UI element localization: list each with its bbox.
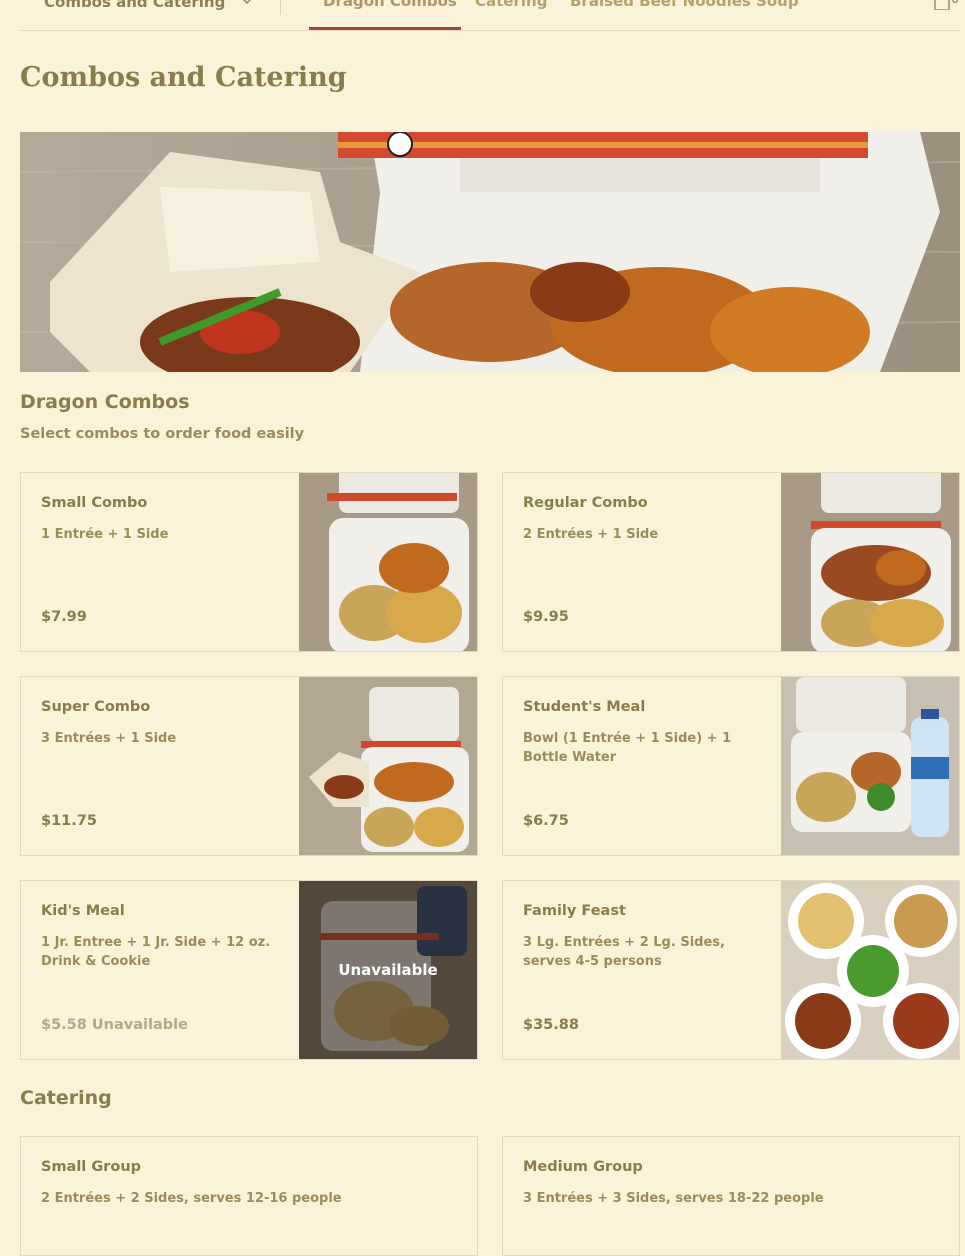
section-subtitle: Select combos to order food easily (20, 426, 305, 442)
menu-select-label: Combos and Catering (44, 0, 226, 11)
item-name: Kid's Meal (41, 903, 125, 919)
tab-braised-beef-noodles-soup[interactable]: Braised Beef Noodles Soup (570, 0, 799, 12)
item-price: $9.95 (523, 609, 569, 625)
item-name: Small Group (41, 1159, 142, 1175)
unavailable-overlay: Unavailable (299, 881, 477, 1059)
menu-item-kids-meal[interactable]: Kid's Meal 1 Jr. Entree + 1 Jr. Side + 1… (20, 880, 478, 1060)
item-price: $11.75 (41, 813, 97, 829)
item-photo (781, 881, 959, 1059)
item-photo (299, 473, 477, 651)
nav-divider (280, 0, 281, 15)
item-description: 3 Entrées + 1 Side (41, 731, 177, 746)
item-price: $6.75 (523, 813, 569, 829)
item-price: $7.99 (41, 609, 87, 625)
item-description: 2 Entrées + 1 Side (523, 527, 659, 542)
item-description: 1 Entrée + 1 Side (41, 527, 169, 542)
active-tab-indicator (309, 27, 461, 30)
item-name: Regular Combo (523, 495, 648, 511)
item-name: Family Feast (523, 903, 626, 919)
item-name: Medium Group (523, 1159, 643, 1175)
tab-dragon-combos[interactable]: Dragon Combos (323, 0, 457, 12)
cart-count: 0 (951, 0, 959, 7)
section-title-dragon-combos: Dragon Combos (20, 391, 190, 413)
item-name: Small Combo (41, 495, 148, 511)
menu-item-regular-combo[interactable]: Regular Combo 2 Entrées + 1 Side $9.95 (502, 472, 960, 652)
top-nav: Combos and Catering Dragon Combos Cateri… (20, 0, 960, 31)
item-photo: Unavailable (299, 881, 477, 1059)
hero-food-image (20, 132, 960, 372)
chevron-down-icon (243, 0, 251, 4)
item-price: $35.88 (523, 1017, 579, 1033)
item-price: $5.58 Unavailable (41, 1017, 188, 1033)
menu-item-super-combo[interactable]: Super Combo 3 Entrées + 1 Side $11.75 (20, 676, 478, 856)
section-title-catering: Catering (20, 1087, 112, 1109)
tab-catering[interactable]: Catering (475, 0, 547, 12)
menu-select-dropdown[interactable]: Combos and Catering (44, 0, 251, 12)
item-description: 1 Jr. Entree + 1 Jr. Side + 12 oz. Drink… (41, 935, 271, 969)
item-description: 3 Entrées + 3 Sides, serves 18-22 people (523, 1191, 824, 1206)
item-description: Bowl (1 Entrée + 1 Side) + 1 Bottle Wate… (523, 731, 732, 765)
item-name: Super Combo (41, 699, 151, 715)
item-photo (299, 677, 477, 855)
item-photo (781, 473, 959, 651)
item-description: 3 Lg. Entrées + 2 Lg. Sides, serves 4-5 … (523, 935, 725, 969)
catering-item-small-group[interactable]: Small Group 2 Entrées + 2 Sides, serves … (20, 1136, 478, 1256)
page-title: Combos and Catering (20, 62, 347, 93)
menu-item-small-combo[interactable]: Small Combo 1 Entrée + 1 Side $7.99 (20, 472, 478, 652)
catering-item-medium-group[interactable]: Medium Group 3 Entrées + 3 Sides, serves… (502, 1136, 960, 1256)
menu-item-students-meal[interactable]: Student's Meal Bowl (1 Entrée + 1 Side) … (502, 676, 960, 856)
menu-item-family-feast[interactable]: Family Feast 3 Lg. Entrées + 2 Lg. Sides… (502, 880, 960, 1060)
item-name: Student's Meal (523, 699, 646, 715)
item-photo (781, 677, 959, 855)
item-description: 2 Entrées + 2 Sides, serves 12-16 people (41, 1191, 342, 1206)
